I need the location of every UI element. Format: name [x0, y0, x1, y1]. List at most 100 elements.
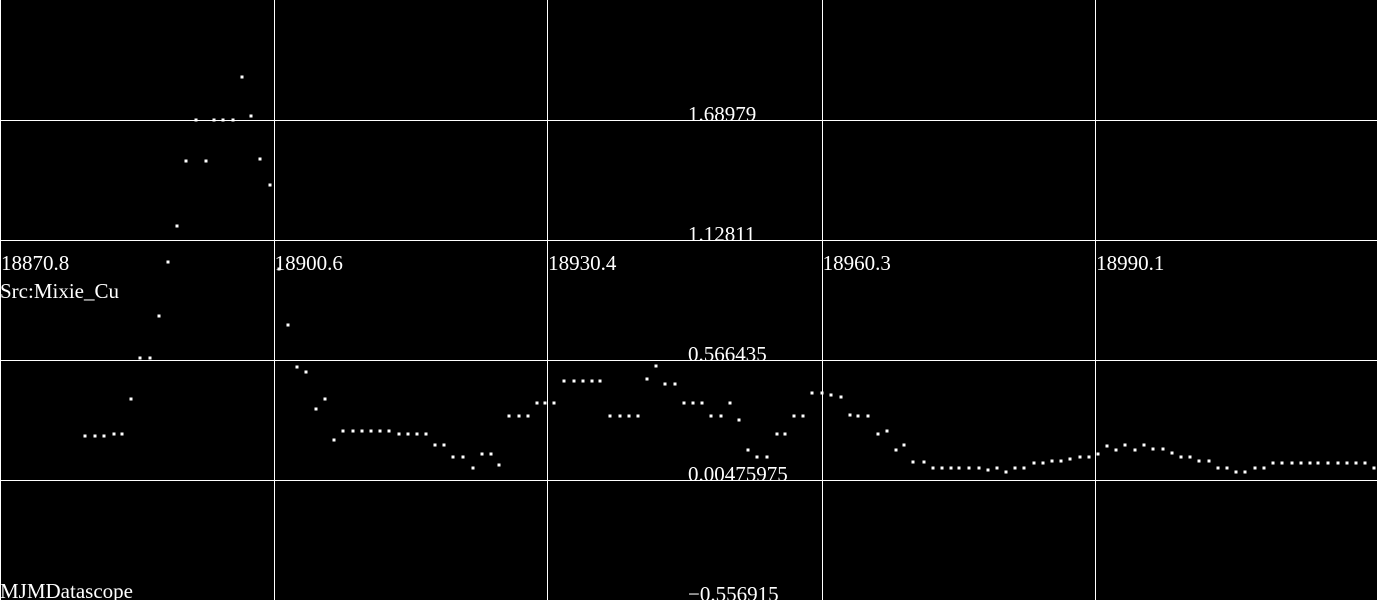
data-point [323, 397, 327, 401]
data-point [1253, 466, 1257, 470]
data-point [1316, 461, 1320, 465]
data-point [967, 466, 971, 470]
data-point [1262, 466, 1266, 470]
data-point [562, 379, 566, 383]
data-point [636, 414, 640, 418]
data-point [1087, 455, 1091, 459]
data-point [194, 118, 198, 122]
data-point [590, 379, 594, 383]
data-point [1050, 459, 1054, 463]
app-name-label: MJMDatascope [0, 579, 133, 600]
data-point [829, 393, 833, 397]
data-point [166, 260, 170, 264]
data-point [1004, 470, 1008, 474]
data-point [314, 407, 318, 411]
data-point [1161, 447, 1165, 451]
data-point [1032, 461, 1036, 465]
source-label: Src:Mixie_Cu [0, 279, 119, 303]
data-point [102, 434, 106, 438]
scatter-plot: 18870.8 18900.6 18930.4 18960.3 18990.1 1.689… [0, 0, 1377, 600]
data-point [820, 391, 824, 395]
data-point [1299, 461, 1303, 465]
data-point [719, 414, 723, 418]
data-point [112, 432, 116, 436]
data-point [1336, 461, 1340, 465]
data-point [957, 466, 961, 470]
x-tick-label-0: 18870.8 [1, 251, 69, 275]
data-point [212, 118, 216, 122]
data-point [1280, 461, 1284, 465]
data-point [1179, 455, 1183, 459]
x-tick-label-1: 18900.6 [275, 251, 343, 275]
data-point [1216, 466, 1220, 470]
data-point [572, 379, 576, 383]
data-point [148, 356, 152, 360]
x-tick-label-2: 18930.4 [548, 251, 617, 275]
data-point [552, 401, 556, 405]
data-point [1151, 447, 1155, 451]
data-point [451, 455, 455, 459]
data-point [489, 452, 493, 456]
data-point [286, 323, 290, 327]
datascope-window: 18870.8 18900.6 18930.4 18960.3 18990.1 1.689… [0, 0, 1377, 600]
data-point [911, 460, 915, 464]
data-point [397, 432, 401, 436]
data-point [461, 455, 465, 459]
data-point [608, 414, 612, 418]
data-point [184, 159, 188, 163]
data-point [765, 455, 769, 459]
data-point [240, 75, 244, 79]
data-point [1243, 470, 1247, 474]
data-point [387, 429, 391, 433]
data-point [1363, 461, 1367, 465]
data-point [204, 159, 208, 163]
data-point [424, 432, 428, 436]
data-point [986, 468, 990, 472]
y-tick-label-3: 0.00475975 [688, 462, 788, 486]
data-point [755, 455, 759, 459]
data-point [839, 395, 843, 399]
data-point [995, 466, 999, 470]
data-point [231, 118, 235, 122]
x-tick-label-4: 18990.1 [1096, 251, 1164, 275]
data-point [332, 438, 336, 442]
data-point [1188, 455, 1192, 459]
data-point [700, 401, 704, 405]
data-point [1170, 451, 1174, 455]
data-point [1078, 455, 1082, 459]
data-point [341, 429, 345, 433]
y-tick-label-0: 1.68979 [688, 102, 756, 126]
data-point [885, 429, 889, 433]
data-point [1234, 470, 1238, 474]
data-point [360, 429, 364, 433]
data-point [471, 466, 475, 470]
data-point [442, 443, 446, 447]
data-point [783, 432, 787, 436]
data-point [728, 401, 732, 405]
data-point [902, 443, 906, 447]
data-point [1105, 444, 1109, 448]
data-point [1290, 461, 1294, 465]
data-point [138, 356, 142, 360]
data-point [810, 391, 814, 395]
data-point [1068, 457, 1072, 461]
data-point [949, 466, 953, 470]
data-point [517, 414, 521, 418]
data-point [415, 432, 419, 436]
data-point [1207, 459, 1211, 463]
data-point [856, 414, 860, 418]
data-point [931, 466, 935, 470]
data-point [526, 414, 530, 418]
data-point [258, 157, 262, 161]
data-point [1372, 466, 1376, 470]
data-point [627, 414, 631, 418]
data-point [682, 401, 686, 405]
data-point [848, 413, 852, 417]
data-point [304, 370, 308, 374]
data-point [1041, 461, 1045, 465]
data-point [175, 224, 179, 228]
data-point [866, 414, 870, 418]
data-point [598, 379, 602, 383]
data-point [775, 432, 779, 436]
data-point [792, 414, 796, 418]
